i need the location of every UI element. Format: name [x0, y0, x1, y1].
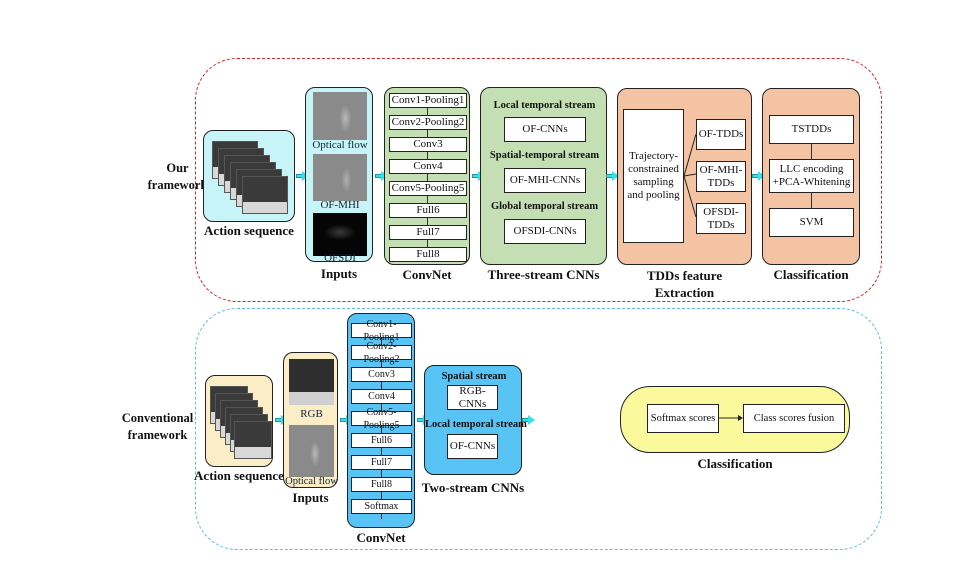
classification-step: Class scores fusion: [743, 404, 845, 433]
input-label: Optical flow: [312, 139, 368, 151]
layer-box: Softmax: [351, 499, 412, 514]
stream-name: Local temporal stream: [425, 419, 527, 430]
layer-box: Full6: [351, 433, 412, 448]
stream-name: Spatial stream: [441, 371, 507, 382]
convnet-title: ConvNet: [356, 530, 406, 545]
layer-box: Full7: [351, 455, 412, 470]
stream-net-box: OF-CNNs: [447, 434, 498, 459]
convnet-panel: Conv1-Pooling1 Conv2-Pooling2 Conv3 Conv…: [347, 313, 415, 528]
stream-net-box: OF-MHI-CNNs: [504, 168, 586, 193]
layer-box: Conv1-Pooling1: [351, 319, 412, 343]
three-stream-title: Three-stream CNNs: [487, 267, 600, 282]
stream-net-box: OF-CNNs: [504, 117, 586, 142]
classification-title: Classification: [697, 456, 773, 471]
stream-name: Spatial-temporal stream: [489, 150, 600, 161]
layer-box: Conv3: [389, 137, 467, 152]
layer-box: Conv4: [389, 159, 467, 174]
classification-panel: TSTDDs LLC encoding +PCA-Whitening SVM: [762, 88, 860, 265]
action-sequence-label: Action sequence: [194, 468, 284, 483]
layer-box: Conv1-Pooling1: [389, 93, 467, 108]
optical-flow-image: [289, 425, 334, 477]
stream-name: Local temporal stream: [493, 100, 596, 111]
convnet-panel: Conv1-Pooling1 Conv2-Pooling2 Conv3 Conv…: [384, 87, 470, 265]
classification-step: Softmax scores: [647, 404, 719, 433]
layer-box: Full8: [389, 247, 467, 262]
tdd-output-box: OF-TDDs: [696, 119, 746, 150]
ofsdi-image: [313, 213, 367, 256]
layer-box: Full8: [351, 477, 412, 492]
convnet-title: ConvNet: [402, 267, 452, 282]
classification-step: LLC encoding +PCA-Whitening: [769, 159, 854, 193]
action-sequence-box: [203, 130, 295, 222]
diagram-canvas: Our framework Action sequence Optical flo…: [0, 0, 968, 579]
of-mhi-image: [313, 154, 367, 201]
inputs-title: Inputs: [320, 266, 358, 281]
arrow-icon: [719, 415, 743, 421]
layer-box: Full7: [389, 225, 467, 240]
action-sequence-box: [205, 375, 273, 467]
inputs-title: Inputs: [292, 490, 329, 505]
tdds-title: TDDs feature Extraction: [617, 267, 752, 301]
classification-step: SVM: [769, 208, 854, 237]
inputs-panel: Optical flow OF-MHI OFSDI: [305, 87, 373, 264]
classification-panel: Softmax scores Class scores fusion: [620, 386, 850, 453]
inputs-panel: RGB Optical flow: [283, 352, 338, 488]
label-line: framework: [127, 428, 188, 442]
stream-net-box: RGB-CNNs: [447, 385, 498, 410]
tdd-output-box: OF-MHI-TDDs: [696, 161, 746, 192]
title-line: TDDs feature: [646, 268, 723, 283]
three-stream-panel: Local temporal stream OF-CNNs Spatial-te…: [480, 87, 607, 265]
layer-box: Conv2-Pooling2: [389, 115, 467, 130]
layer-box: Conv5-Pooling5: [389, 181, 467, 196]
arrow-icon: [522, 415, 535, 425]
stream-name: Global temporal stream: [490, 201, 599, 212]
two-stream-panel: Spatial stream RGB-CNNs Local temporal s…: [424, 365, 527, 475]
layer-box: Conv3: [351, 367, 412, 382]
tdd-output-box: OFSDI-TDDs: [696, 203, 746, 234]
classification-step: TSTDDs: [769, 115, 854, 144]
action-sequence-label: Action sequence: [204, 223, 294, 238]
input-label: Optical flow: [285, 476, 338, 487]
tdds-panel: Trajectory-constrained sampling and pool…: [617, 88, 752, 265]
layer-box: Conv5-Pooling5: [351, 407, 412, 431]
two-stream-title: Two-stream CNNs: [421, 480, 525, 495]
input-label: OFSDI: [324, 252, 356, 264]
input-label: OF-MHI: [320, 199, 360, 211]
conventional-framework-label: Conventional framework: [110, 410, 205, 444]
layer-box: Full6: [389, 203, 467, 218]
input-label: RGB: [300, 408, 323, 420]
stream-net-box: OFSDI-CNNs: [504, 219, 586, 244]
label-line: Conventional: [121, 411, 194, 425]
classification-title: Classification: [773, 267, 849, 282]
layer-box: Conv4: [351, 389, 412, 404]
title-line: Extraction: [654, 285, 715, 300]
layer-box: Conv2-Pooling2: [351, 341, 412, 365]
optical-flow-image: [313, 92, 367, 140]
sampling-box: Trajectory-constrained sampling and pool…: [623, 109, 684, 243]
rgb-image: [289, 359, 334, 405]
